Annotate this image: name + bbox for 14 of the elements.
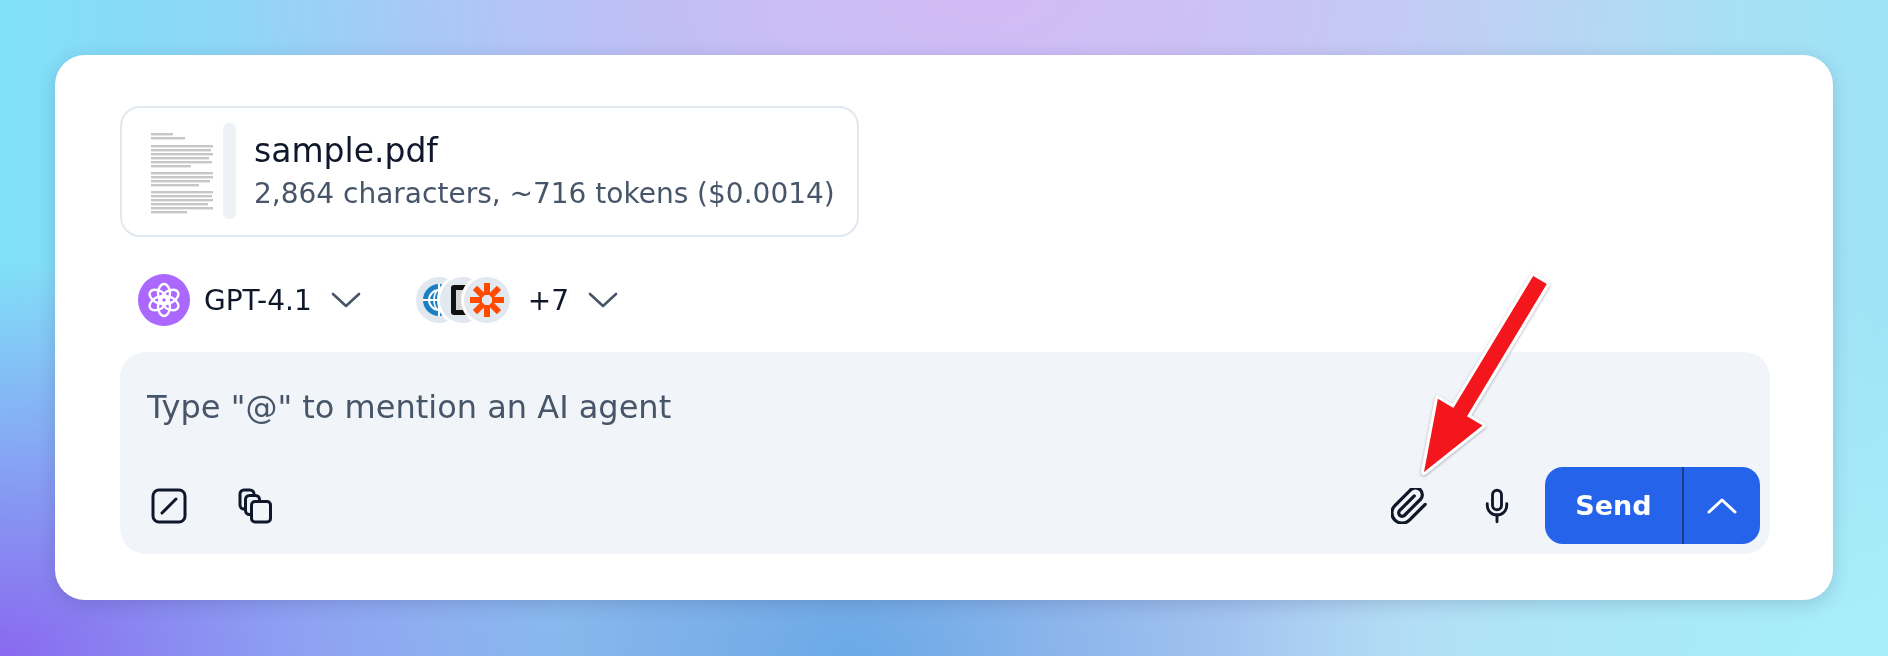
send-button[interactable]: Send bbox=[1545, 467, 1682, 544]
file-name: sample.pdf bbox=[254, 131, 440, 171]
square-slash-icon[interactable] bbox=[151, 487, 187, 524]
send-options-button[interactable] bbox=[1682, 467, 1760, 544]
stacked-pages-icon[interactable] bbox=[238, 487, 274, 524]
paperclip-icon[interactable] bbox=[1391, 487, 1427, 524]
chevron-up-icon bbox=[1706, 496, 1738, 515]
chevron-down-icon bbox=[587, 291, 620, 309]
message-input[interactable]: Type "@" to mention an AI agent bbox=[147, 384, 1760, 430]
flower-icon bbox=[138, 274, 190, 326]
file-details: 2,864 characters, ~716 tokens ($0.0014) bbox=[254, 177, 835, 211]
chevron-down-icon bbox=[329, 291, 362, 309]
model-selector[interactable]: GPT-4.1 bbox=[136, 272, 364, 328]
agents-selector[interactable]: +7 bbox=[410, 272, 622, 328]
